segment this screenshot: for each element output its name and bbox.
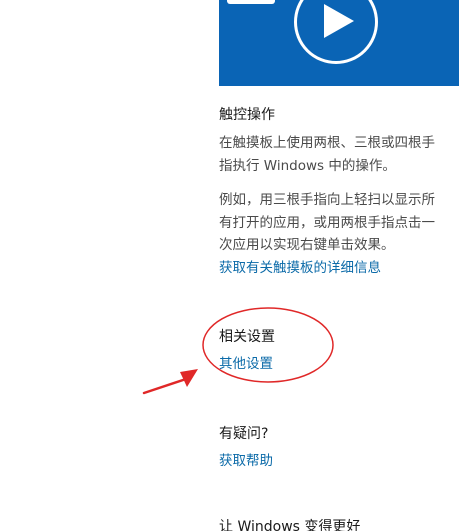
related-settings-heading: 相关设置 [219, 329, 275, 345]
touchpad-more-info-link[interactable]: 获取有关触摸板的详细信息 [219, 258, 381, 278]
play-button[interactable] [294, 0, 378, 64]
touch-gestures-description: 在触摸板上使用两根、三根或四根手 指执行 Windows 中的操作。 [219, 132, 469, 177]
questions-heading: 有疑问? [219, 426, 269, 442]
example-line: 例如，用三根手指向上轻扫以显示所 [219, 192, 435, 208]
annotation-arrow-icon [142, 369, 198, 395]
example-line: 有打开的应用，或用两根手指点击一 [219, 214, 435, 231]
get-help-link[interactable]: 获取帮助 [219, 451, 273, 471]
description-line: 在触摸板上使用两根、三根或四根手 [219, 135, 435, 151]
touchpad-video-thumbnail[interactable] [219, 0, 459, 86]
other-settings-link[interactable]: 其他设置 [219, 354, 273, 374]
touch-gestures-example: 例如，用三根手指向上轻扫以显示所 有打开的应用，或用两根手指点击一 次应用以实现… [219, 189, 469, 257]
touchpad-settings-page: 触控操作 在触摸板上使用两根、三根或四根手 指执行 Windows 中的操作。 … [0, 0, 473, 531]
touch-gestures-heading: 触控操作 [219, 107, 275, 123]
thumbnail-caption-tag [227, 0, 275, 4]
play-icon [324, 4, 354, 38]
feedback-heading: 让 Windows 变得更好 [219, 519, 361, 531]
description-line: 指执行 Windows 中的操作。 [219, 157, 396, 174]
example-line: 次应用以实现右键单击效果。 [219, 237, 395, 253]
